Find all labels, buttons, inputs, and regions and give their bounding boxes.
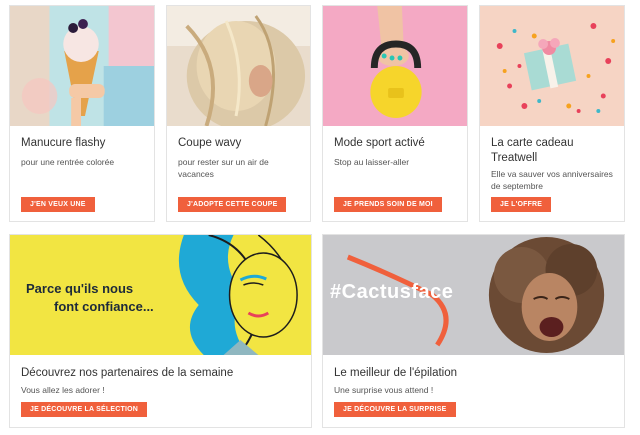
card-image-wavy-hair bbox=[167, 6, 310, 126]
card-coupe-wavy[interactable]: Coupe wavy pour rester sur un air de vac… bbox=[166, 5, 311, 222]
card-title: Le meilleur de l'épilation bbox=[334, 367, 458, 379]
card-description: Vous allez les adorer ! bbox=[21, 385, 105, 395]
card-image-kettlebell bbox=[323, 6, 467, 126]
card-description: pour rester sur un air de vacances bbox=[178, 157, 269, 179]
card-title: Manucure flashy bbox=[21, 137, 106, 149]
card-image-ice-cream bbox=[10, 6, 154, 126]
want-one-button[interactable]: J'EN VEUX UNE bbox=[21, 197, 95, 212]
discover-selection-button[interactable]: JE DÉCOUVRE LA SÉLECTION bbox=[21, 402, 147, 417]
card-mode-sport[interactable]: Mode sport activé Stop au laisser-aller … bbox=[322, 5, 468, 222]
banner-headline: Parce qu'ils nous font confiance... bbox=[26, 280, 154, 316]
banner-headline-line1: Parce qu'ils nous bbox=[26, 281, 134, 296]
card-description: Elle va sauver vos anniversaires de sept… bbox=[491, 169, 613, 191]
discover-surprise-button[interactable]: JE DÉCOUVRE LA SURPRISE bbox=[334, 402, 456, 417]
card-partners[interactable]: Parce qu'ils nous font confiance... Déco… bbox=[9, 234, 312, 428]
banner-partners: Parce qu'ils nous font confiance... bbox=[10, 235, 311, 355]
card-manucure[interactable]: Manucure flashy pour une rentrée colorée… bbox=[9, 5, 155, 222]
card-image-gift-box bbox=[480, 6, 624, 126]
offer-gift-button[interactable]: JE L'OFFRE bbox=[491, 197, 552, 212]
banner-hashtag: #Cactusface bbox=[330, 281, 454, 303]
card-epilation[interactable]: #Cactusface Le meilleur de l'épilation U… bbox=[322, 234, 625, 428]
card-description: Stop au laisser-aller bbox=[334, 157, 410, 167]
adopt-haircut-button[interactable]: J'ADOPTE CETTE COUPE bbox=[178, 197, 287, 212]
card-description: pour une rentrée colorée bbox=[21, 157, 115, 167]
card-title: Coupe wavy bbox=[178, 137, 242, 149]
card-description: Une surprise vous attend ! bbox=[334, 385, 434, 395]
card-title: La carte cadeau Treatwell bbox=[491, 137, 574, 164]
banner-cactusface: #Cactusface bbox=[323, 235, 624, 355]
take-care-button[interactable]: JE PRENDS SOIN DE MOI bbox=[334, 197, 442, 212]
card-title: Mode sport activé bbox=[334, 137, 425, 149]
card-title: Découvrez nos partenaires de la semaine bbox=[21, 367, 234, 379]
banner-headline-line2: font confiance... bbox=[54, 299, 154, 314]
card-gift-card[interactable]: La carte cadeau Treatwell Elle va sauver… bbox=[479, 5, 625, 222]
